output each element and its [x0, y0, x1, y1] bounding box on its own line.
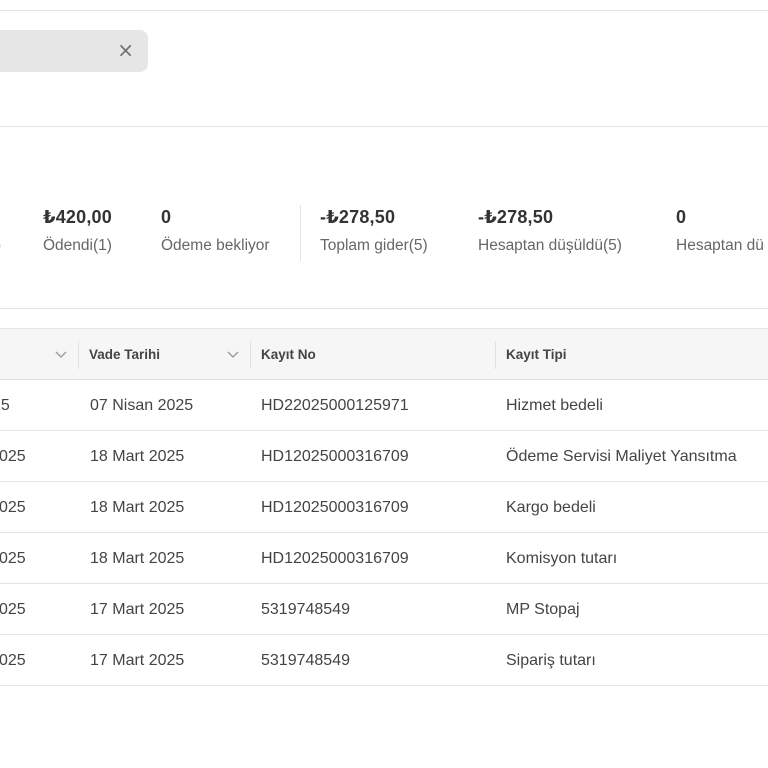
table-row[interactable]: 025 18 Mart 2025 HD12025000316709 Komisy…	[0, 533, 768, 584]
table-header: Vade Tarihi Kayıt No Kayıt Tipi	[0, 328, 768, 380]
stat-deducted-partial[interactable]: 0 Hesaptan dü	[676, 205, 764, 256]
stat-label: Ödeme bekliyor	[161, 237, 270, 254]
table-row[interactable]: 025 18 Mart 2025 HD12025000316709 Kargo …	[0, 482, 768, 533]
column-header-due-date[interactable]: Vade Tarihi	[89, 329, 160, 380]
stat-value: -₺278,50	[478, 207, 554, 227]
section-divider	[0, 126, 768, 127]
cell-record-type: Komisyon tutarı	[506, 550, 618, 567]
cell-partial-date: 025	[0, 601, 26, 618]
stat-value: 0	[676, 207, 687, 227]
cell-record-no: HD12025000316709	[261, 448, 409, 465]
cell-due-date: 18 Mart 2025	[90, 448, 185, 465]
column-header-record-type[interactable]: Kayıt Tipi	[506, 329, 567, 380]
cell-record-no: 5319748549	[261, 652, 350, 669]
cell-record-no: HD12025000316709	[261, 550, 409, 567]
table-row[interactable]: 25 07 Nisan 2025 HD22025000125971 Hizmet…	[0, 380, 768, 431]
chevron-down-icon[interactable]	[226, 347, 240, 361]
cell-due-date: 17 Mart 2025	[90, 601, 185, 618]
stat-label: Toplam gider(5)	[320, 237, 428, 254]
column-separator[interactable]	[250, 341, 251, 369]
cell-partial-date: 025	[0, 550, 26, 567]
cell-record-type: Kargo bedeli	[506, 499, 596, 516]
cell-due-date: 07 Nisan 2025	[90, 397, 194, 414]
stat-paid[interactable]: ₺420,00 Ödendi(1)	[43, 205, 112, 256]
cell-record-type: Sipariş tutarı	[506, 652, 596, 669]
cell-partial-date: 025	[0, 499, 26, 516]
stat-value: ₺420,00	[43, 207, 112, 227]
stat-total-expense[interactable]: -₺278,50 Toplam gider(5)	[320, 205, 428, 256]
chevron-down-icon[interactable]	[54, 347, 68, 361]
column-separator[interactable]	[495, 341, 496, 369]
cell-partial-date: 025	[0, 448, 26, 465]
stat-label: Hesaptan dü	[676, 237, 764, 254]
table-row[interactable]: 025 17 Mart 2025 5319748549 MP Stopaj	[0, 584, 768, 635]
stat-label: Ödendi(1)	[43, 237, 112, 254]
cell-partial-date: 25	[0, 397, 10, 414]
cell-partial-date: 025	[0, 652, 26, 669]
cell-due-date: 18 Mart 2025	[90, 550, 185, 567]
stat-value: -₺278,50	[320, 207, 396, 227]
stat-partial: )	[0, 205, 1, 256]
close-icon[interactable]: ×	[117, 40, 134, 60]
filter-chip[interactable]: ×	[0, 30, 148, 72]
transactions-table: Vade Tarihi Kayıt No Kayıt Tipi 25 07 Ni…	[0, 328, 768, 686]
table-row[interactable]: 025 17 Mart 2025 5319748549 Sipariş tuta…	[0, 635, 768, 686]
table-row[interactable]: 025 18 Mart 2025 HD12025000316709 Ödeme …	[0, 431, 768, 482]
cell-record-type: Hizmet bedeli	[506, 397, 603, 414]
table-section-divider	[0, 308, 768, 309]
top-divider	[0, 10, 768, 11]
cell-record-type: Ödeme Servisi Maliyet Yansıtma	[506, 448, 737, 465]
stat-awaiting-payment[interactable]: 0 Ödeme bekliyor	[161, 205, 270, 256]
column-separator[interactable]	[78, 341, 79, 369]
stat-label: )	[0, 236, 1, 256]
cell-record-no: 5319748549	[261, 601, 350, 618]
cell-record-no: HD12025000316709	[261, 499, 409, 516]
stat-deducted[interactable]: -₺278,50 Hesaptan düşüldü(5)	[478, 205, 622, 256]
stat-label: Hesaptan düşüldü(5)	[478, 237, 622, 254]
stat-divider	[300, 205, 301, 261]
cell-record-no: HD22025000125971	[261, 397, 409, 414]
cell-due-date: 18 Mart 2025	[90, 499, 185, 516]
stat-value: 0	[161, 207, 172, 227]
stat-value	[0, 205, 1, 229]
cell-record-type: MP Stopaj	[506, 601, 580, 618]
column-header-record-no[interactable]: Kayıt No	[261, 329, 316, 380]
cell-due-date: 17 Mart 2025	[90, 652, 185, 669]
